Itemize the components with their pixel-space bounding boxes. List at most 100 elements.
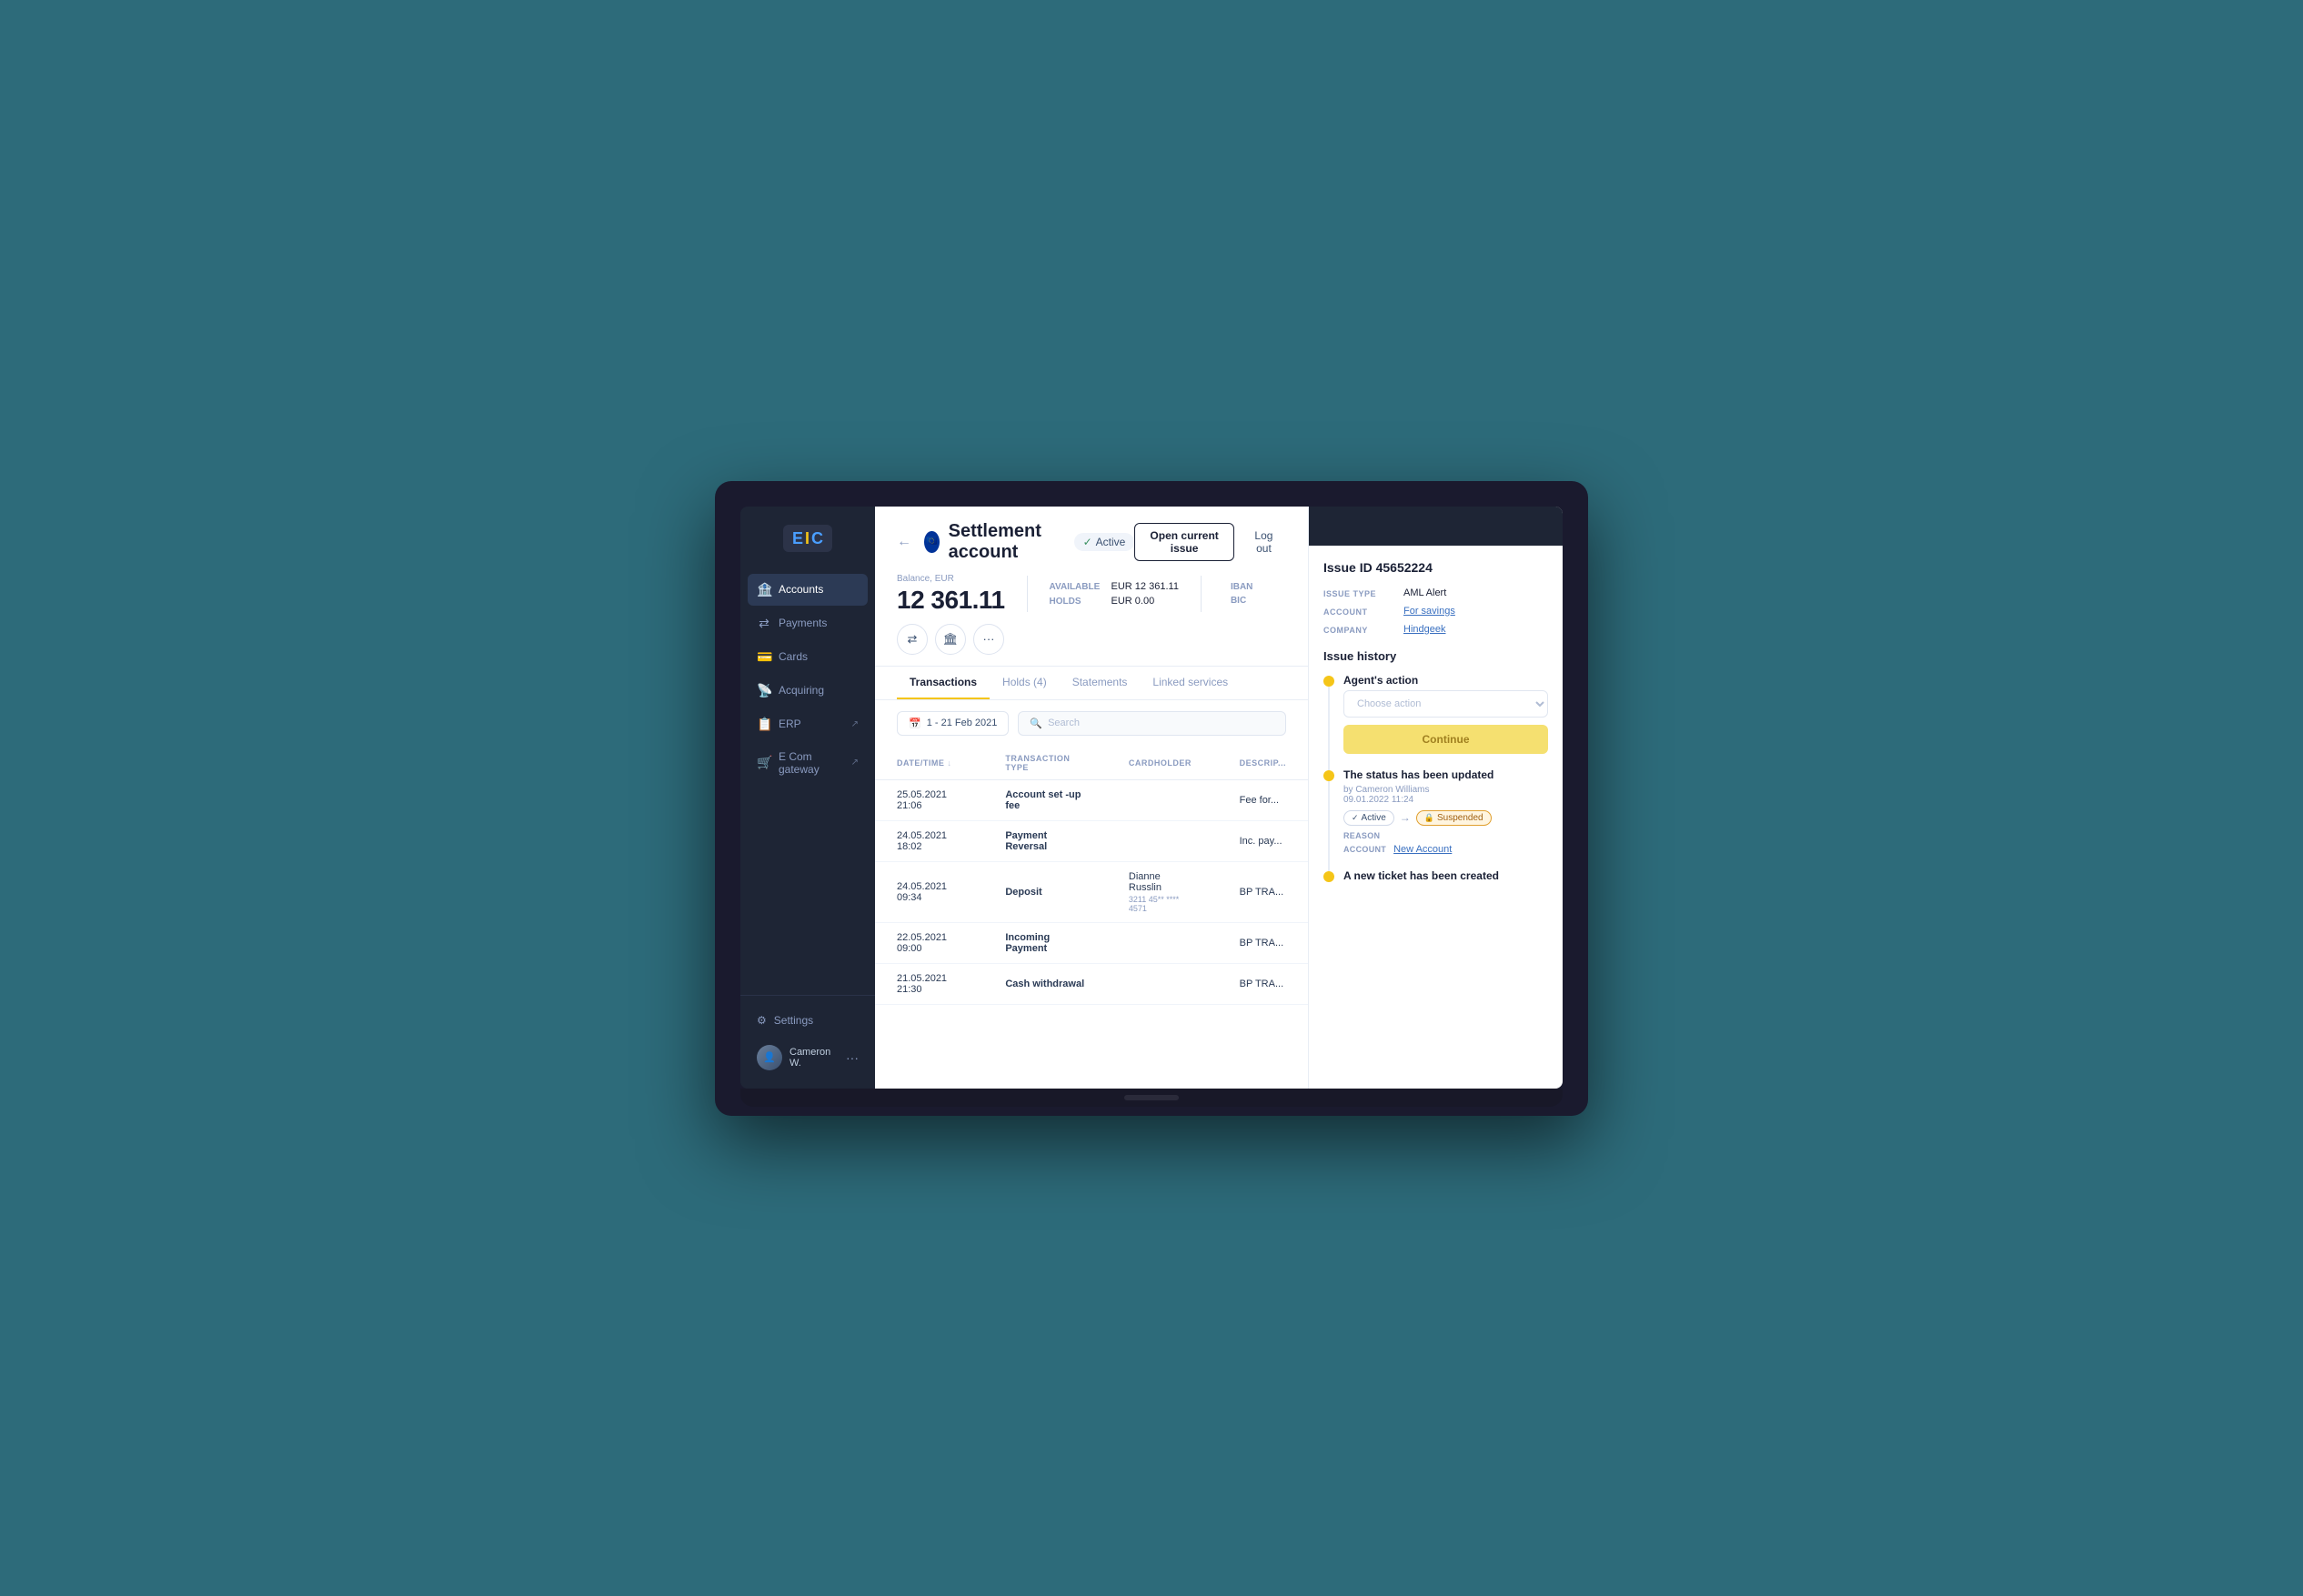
cell-desc: BP TRA... <box>1218 861 1308 922</box>
status-label: Active <box>1096 536 1126 548</box>
sidebar-item-acquiring[interactable]: 📡 Acquiring <box>748 675 868 707</box>
meta-row-account: ACCOUNT For savings <box>1323 606 1548 617</box>
table-row[interactable]: 22.05.2021 09:00 Incoming Payment BP TRA… <box>875 922 1308 963</box>
cell-type: Payment Reversal <box>983 820 1107 861</box>
table-header-row: DATE/TIME ↓ TRANSACTION TYPE CARDHOLDER … <box>875 747 1308 780</box>
iban-key-label: IBAN <box>1231 582 1256 592</box>
sidebar-item-accounts[interactable]: 🏦 Accounts <box>748 574 868 606</box>
bank-button[interactable]: 🏛 <box>935 624 966 655</box>
status-badge: ✓ Active <box>1074 533 1135 551</box>
col-datetime: DATE/TIME ↓ <box>875 747 983 780</box>
col-cardholder: CARDHOLDER <box>1107 747 1218 780</box>
cell-desc: Fee for... <box>1218 779 1308 820</box>
history-section-title: Issue history <box>1323 649 1548 663</box>
filter-row: 📅 1 - 21 Feb 2021 🔍 Search <box>875 700 1308 747</box>
sidebar-nav: 🏦 Accounts ⇄ Payments 💳 Cards 📡 Acquirin… <box>740 574 875 995</box>
history-item-ticket: A new ticket has been created <box>1323 869 1548 886</box>
history-item-agent-action: Agent's action Choose action Continue <box>1323 674 1548 754</box>
tabs-row: Transactions Holds (4) Statements Linked… <box>875 667 1308 700</box>
cell-desc: Inc. pay... <box>1218 820 1308 861</box>
check-icon: ✓ <box>1352 813 1359 823</box>
calendar-icon: 📅 <box>909 718 921 729</box>
cell-type: Incoming Payment <box>983 922 1107 963</box>
payments-icon: ⇄ <box>757 616 771 631</box>
table-row[interactable]: 24.05.2021 09:34 Deposit Dianne Russlin … <box>875 861 1308 922</box>
logo-area: E I C <box>740 507 875 574</box>
header-left-group: ← 🇪🇺 Settlement account ✓ Active <box>897 521 1134 563</box>
sidebar-item-ecom[interactable]: 🛒 E Com gateway ↗ <box>748 742 868 784</box>
tab-linked-services[interactable]: Linked services <box>1140 667 1241 699</box>
cell-desc: BP TRA... <box>1218 963 1308 1004</box>
right-panel: Issue ID 45652224 ISSUE TYPE AML Alert A… <box>1308 507 1563 1089</box>
back-button[interactable]: ← <box>897 534 911 550</box>
cell-datetime: 21.05.2021 21:30 <box>875 963 983 1004</box>
col-desc: DESCRIP... <box>1218 747 1308 780</box>
logout-button[interactable]: Log out <box>1242 523 1286 561</box>
account-header: ← 🇪🇺 Settlement account ✓ Active Open cu… <box>875 507 1308 667</box>
table-row[interactable]: 25.05.2021 21:06 Account set -up fee Fee… <box>875 779 1308 820</box>
balance-label: Balance, EUR <box>897 574 1005 584</box>
date-filter-label: 1 - 21 Feb 2021 <box>927 718 998 728</box>
balance-row: Balance, EUR 12 361.11 AVAILABLE EUR 12 … <box>897 574 1256 615</box>
history-title-status: The status has been updated <box>1343 768 1548 781</box>
holds-key-label: HOLDS <box>1050 597 1104 607</box>
holds-row: HOLDS EUR 0.00 <box>1050 596 1179 607</box>
settings-nav-item[interactable]: ⚙ Settings <box>748 1007 868 1034</box>
sidebar-item-erp[interactable]: 📋 ERP ↗ <box>748 708 868 740</box>
cell-type: Account set -up fee <box>983 779 1107 820</box>
cell-cardholder: Dianne Russlin 3211 45** **** 4571 <box>1107 861 1218 922</box>
ecom-icon: 🛒 <box>757 755 771 770</box>
history-dot-3 <box>1323 871 1334 882</box>
account-info-section: IBAN BIC <box>1223 582 1256 606</box>
settings-label: Settings <box>774 1014 813 1027</box>
continue-button[interactable]: Continue <box>1343 725 1548 754</box>
sidebar-item-cards[interactable]: 💳 Cards <box>748 641 868 673</box>
arrow-icon: → <box>1400 811 1411 824</box>
erp-icon: 📋 <box>757 717 771 732</box>
open-issue-button[interactable]: Open current issue <box>1134 523 1234 561</box>
meta-link-account[interactable]: For savings <box>1403 606 1455 617</box>
user-profile-row[interactable]: 👤 Cameron W. ··· <box>748 1038 868 1078</box>
sidebar-item-payments[interactable]: ⇄ Payments <box>748 607 868 639</box>
iban-row: IBAN <box>1231 582 1256 592</box>
balance-amount: 12 361.11 <box>897 586 1005 615</box>
settings-icon: ⚙ <box>757 1014 767 1027</box>
sidebar-item-cards-label: Cards <box>779 650 808 663</box>
cell-datetime: 24.05.2021 09:34 <box>875 861 983 922</box>
tab-holds[interactable]: Holds (4) <box>990 667 1060 699</box>
user-menu-icon[interactable]: ··· <box>846 1050 859 1065</box>
logo-letter-c: C <box>811 530 823 547</box>
balance-section: Balance, EUR 12 361.11 <box>897 574 1005 615</box>
status-check-icon: ✓ <box>1083 536 1092 548</box>
transactions-table: DATE/TIME ↓ TRANSACTION TYPE CARDHOLDER … <box>875 747 1308 1005</box>
search-filter[interactable]: 🔍 Search <box>1018 711 1286 736</box>
agent-action-select[interactable]: Choose action <box>1343 690 1548 718</box>
bic-row: BIC <box>1231 596 1256 606</box>
cell-datetime: 22.05.2021 09:00 <box>875 922 983 963</box>
meta-key-company: COMPANY <box>1323 624 1396 635</box>
accounts-icon: 🏦 <box>757 582 771 597</box>
balance-details: AVAILABLE EUR 12 361.11 HOLDS EUR 0.00 <box>1050 581 1179 607</box>
meta-link-company[interactable]: Hindgeek <box>1403 624 1445 635</box>
issue-meta-table: ISSUE TYPE AML Alert ACCOUNT For savings… <box>1323 587 1548 635</box>
more-button[interactable]: ··· <box>973 624 1004 655</box>
issue-id: Issue ID 45652224 <box>1323 560 1548 575</box>
reason-key-label: Reason <box>1343 831 1380 840</box>
transfer-button[interactable]: ⇄ <box>897 624 928 655</box>
tab-statements[interactable]: Statements <box>1060 667 1141 699</box>
account-val-link[interactable]: New Account <box>1393 844 1452 855</box>
status-pill-active: ✓ Active <box>1343 810 1394 826</box>
sort-icon: ↓ <box>947 758 951 768</box>
table-row[interactable]: 21.05.2021 21:30 Cash withdrawal BP TRA.… <box>875 963 1308 1004</box>
tab-transactions[interactable]: Transactions <box>897 667 990 699</box>
history-item-status-update: The status has been updated by Cameron W… <box>1323 768 1548 855</box>
header-actions: Open current issue Log out <box>1134 523 1286 561</box>
action-buttons-row: ⇄ 🏛 ··· <box>897 624 1004 655</box>
reason-row: Reason <box>1343 831 1548 840</box>
account-reason-row: ACCOUNT New Account <box>1343 844 1548 855</box>
app-logo: E I C <box>783 525 832 552</box>
history-content-3: A new ticket has been created <box>1343 869 1548 886</box>
date-filter[interactable]: 📅 1 - 21 Feb 2021 <box>897 711 1009 736</box>
meta-val-issue-type: AML Alert <box>1403 587 1446 598</box>
table-row[interactable]: 24.05.2021 18:02 Payment Reversal Inc. p… <box>875 820 1308 861</box>
